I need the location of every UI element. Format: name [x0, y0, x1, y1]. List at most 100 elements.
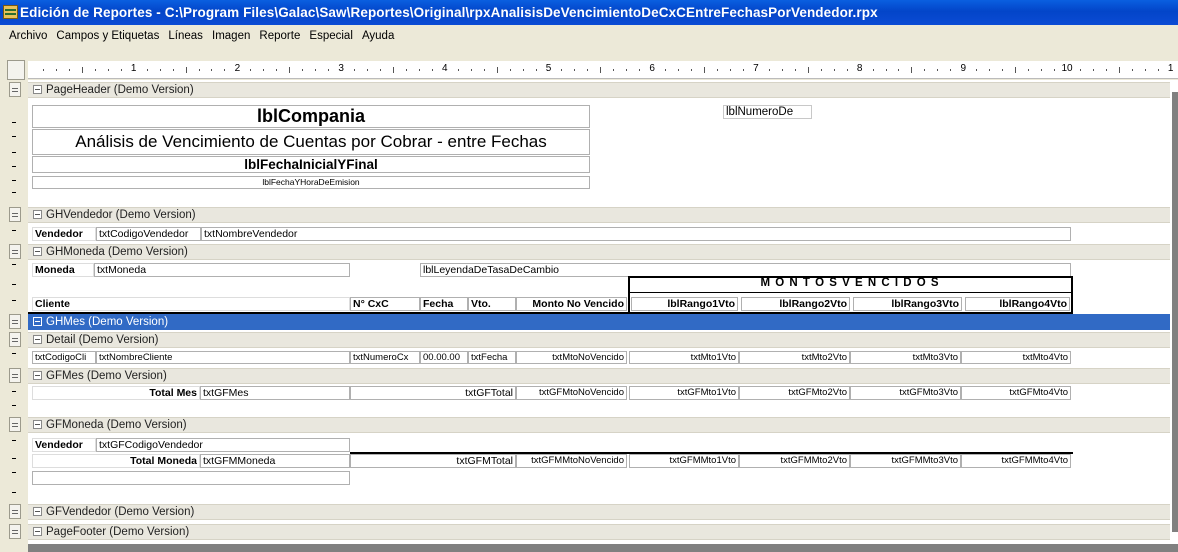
field-gfm-moneda[interactable]: txtGFMMoneda	[200, 454, 350, 468]
label-moneda[interactable]: Moneda	[32, 263, 94, 277]
field-gfm-monto3-vto[interactable]: txtGFMMto3Vto	[850, 454, 961, 468]
ruler-tick	[1041, 69, 1043, 71]
menu-especial[interactable]: Especial	[309, 25, 352, 48]
field-gf-monto3-vto[interactable]: txtGFMto3Vto	[850, 386, 961, 400]
ruler-tick	[1054, 69, 1056, 71]
field-gfm-monto-no-vencido[interactable]: txtGFMMtoNoVencido	[516, 454, 627, 468]
field-gfm-monto1-vto[interactable]: txtGFMMto1Vto	[629, 454, 739, 468]
field-monto3-vto[interactable]: txtMto3Vto	[850, 351, 961, 364]
band-resize-handle[interactable]	[9, 314, 21, 329]
band-gh-vendedor[interactable]: GHVendedor (Demo Version)	[28, 207, 1170, 223]
report-design-canvas[interactable]: PageHeader (Demo Version) lblCompania An…	[28, 80, 1170, 548]
ruler-number: 1	[1167, 63, 1174, 74]
field-gfm-monto4-vto[interactable]: txtGFMMto4Vto	[961, 454, 1071, 468]
empty-field[interactable]	[32, 471, 350, 485]
menu-ayuda[interactable]: Ayuda	[362, 25, 394, 48]
field-codigo-vendedor[interactable]: txtCodigoVendedor	[96, 227, 201, 241]
band-page-header[interactable]: PageHeader (Demo Version)	[28, 82, 1170, 98]
ruler-number: 3	[338, 63, 344, 74]
band-resize-handle[interactable]	[9, 82, 21, 97]
ruler-corner[interactable]	[7, 60, 25, 80]
field-gf-monto1-vto[interactable]: txtGFMto1Vto	[629, 386, 739, 400]
ruler-tick	[509, 69, 511, 71]
label-total-moneda[interactable]: Total Moneda	[32, 454, 200, 468]
menu-imagen[interactable]: Imagen	[212, 25, 250, 48]
collapse-icon[interactable]	[33, 420, 42, 429]
ruler-tick	[328, 69, 330, 71]
field-monto4-vto[interactable]: txtMto4Vto	[961, 351, 1071, 364]
collapse-icon[interactable]	[33, 247, 42, 256]
field-moneda[interactable]: txtMoneda	[94, 263, 350, 277]
field-gfm-total[interactable]: txtGFMTotal	[350, 454, 516, 468]
band-gf-moneda[interactable]: GFMoneda (Demo Version)	[28, 417, 1170, 433]
collapse-icon[interactable]	[33, 85, 42, 94]
col-header-vto[interactable]: Vto.	[468, 297, 516, 311]
field-nombre-vendedor[interactable]: txtNombreVendedor	[201, 227, 1071, 241]
field-monto1-vto[interactable]: txtMto1Vto	[629, 351, 739, 364]
field-fecha[interactable]: txtFecha	[468, 351, 516, 364]
field-gf-monto4-vto[interactable]: txtGFMto4Vto	[961, 386, 1071, 400]
band-resize-handle[interactable]	[9, 368, 21, 383]
band-gf-vendedor[interactable]: GFVendedor (Demo Version)	[28, 504, 1170, 520]
menu-campos-y-etiquetas[interactable]: Campos y Etiquetas	[56, 25, 159, 48]
col-header-rango3[interactable]: lblRango3Vto	[853, 297, 962, 311]
field-gf-codigo-vendedor[interactable]: txtGFCodigoVendedor	[96, 438, 350, 452]
label-gf-vendedor[interactable]: Vendedor	[32, 438, 96, 452]
scrollbar-thumb[interactable]	[1172, 92, 1178, 532]
field-monto-no-vencido[interactable]: txtMtoNoVencido	[516, 351, 627, 364]
collapse-icon[interactable]	[33, 335, 42, 344]
band-gh-moneda[interactable]: GHMoneda (Demo Version)	[28, 244, 1170, 260]
collapse-icon[interactable]	[33, 527, 42, 536]
menu-reporte[interactable]: Reporte	[259, 25, 300, 48]
label-fecha-hora-emision[interactable]: lblFechaYHoraDeEmision	[32, 176, 590, 189]
field-gf-monto-no-vencido[interactable]: txtGFMtoNoVencido	[516, 386, 627, 400]
label-vendedor[interactable]: Vendedor	[32, 227, 96, 241]
band-gh-mes[interactable]: GHMes (Demo Version)	[28, 314, 1170, 330]
label-compania[interactable]: lblCompania	[32, 105, 590, 128]
col-header-cliente[interactable]: Cliente	[32, 297, 350, 311]
col-header-numero-cxc[interactable]: N° CxC	[350, 297, 420, 311]
field-gf-mes[interactable]: txtGFMes	[200, 386, 350, 400]
ruler-tick	[457, 69, 459, 71]
band-resize-handle[interactable]	[9, 332, 21, 347]
col-header-rango4[interactable]: lblRango4Vto	[965, 297, 1070, 311]
vertical-scrollbar[interactable]	[1170, 80, 1178, 545]
collapse-icon[interactable]	[33, 507, 42, 516]
band-page-footer[interactable]: PageFooter (Demo Version)	[28, 524, 1170, 540]
col-header-fecha[interactable]: Fecha	[420, 297, 468, 311]
band-resize-handle[interactable]	[9, 244, 21, 259]
vertical-ruler-mark	[12, 440, 16, 441]
field-gfm-monto2-vto[interactable]: txtGFMMto2Vto	[739, 454, 850, 468]
field-numero-cxc[interactable]: txtNumeroCx	[350, 351, 420, 364]
menu-lineas[interactable]: Líneas	[168, 25, 203, 48]
label-leyenda-tasa-cambio[interactable]: lblLeyendaDeTasaDeCambio	[420, 263, 1071, 277]
col-header-rango1[interactable]: lblRango1Vto	[631, 297, 738, 311]
menu-archivo[interactable]: Archivo	[9, 25, 47, 48]
collapse-icon[interactable]	[33, 210, 42, 219]
band-resize-handle[interactable]	[9, 207, 21, 222]
col-header-monto-no-vencido[interactable]: Monto No Vencido	[516, 297, 627, 311]
band-detail[interactable]: Detail (Demo Version)	[28, 332, 1170, 348]
ruler-tick	[211, 69, 213, 71]
band-resize-handle[interactable]	[9, 524, 21, 539]
band-gf-mes[interactable]: GFMes (Demo Version)	[28, 368, 1170, 384]
band-resize-handle[interactable]	[9, 417, 21, 432]
label-titulo[interactable]: Análisis de Vencimiento de Cuentas por C…	[32, 129, 590, 155]
field-codigo-cliente[interactable]: txtCodigoCli	[32, 351, 96, 364]
label-numero-de[interactable]: lblNumeroDe	[723, 105, 812, 119]
field-gf-monto2-vto[interactable]: txtGFMto2Vto	[739, 386, 850, 400]
label-total-mes[interactable]: Total Mes	[32, 386, 200, 400]
col-header-rango2[interactable]: lblRango2Vto	[741, 297, 850, 311]
field-nombre-cliente[interactable]: txtNombreCliente	[96, 351, 350, 364]
field-monto2-vto[interactable]: txtMto2Vto	[739, 351, 850, 364]
collapse-icon[interactable]	[33, 371, 42, 380]
label-fecha-inicial-final[interactable]: lblFechaInicialYFinal	[32, 156, 590, 173]
label-montos-vencidos[interactable]: M O N T O S V E N C I D O S	[629, 277, 1071, 292]
collapse-icon[interactable]	[33, 317, 42, 326]
band-resize-handle[interactable]	[9, 504, 21, 519]
field-fecha-default[interactable]: 00.00.00	[420, 351, 468, 364]
canvas-bottom-edge	[28, 544, 1178, 552]
field-gf-total[interactable]: txtGFTotal	[350, 386, 516, 400]
ruler-number: 10	[1061, 63, 1073, 74]
ruler-half-mark	[704, 67, 706, 73]
